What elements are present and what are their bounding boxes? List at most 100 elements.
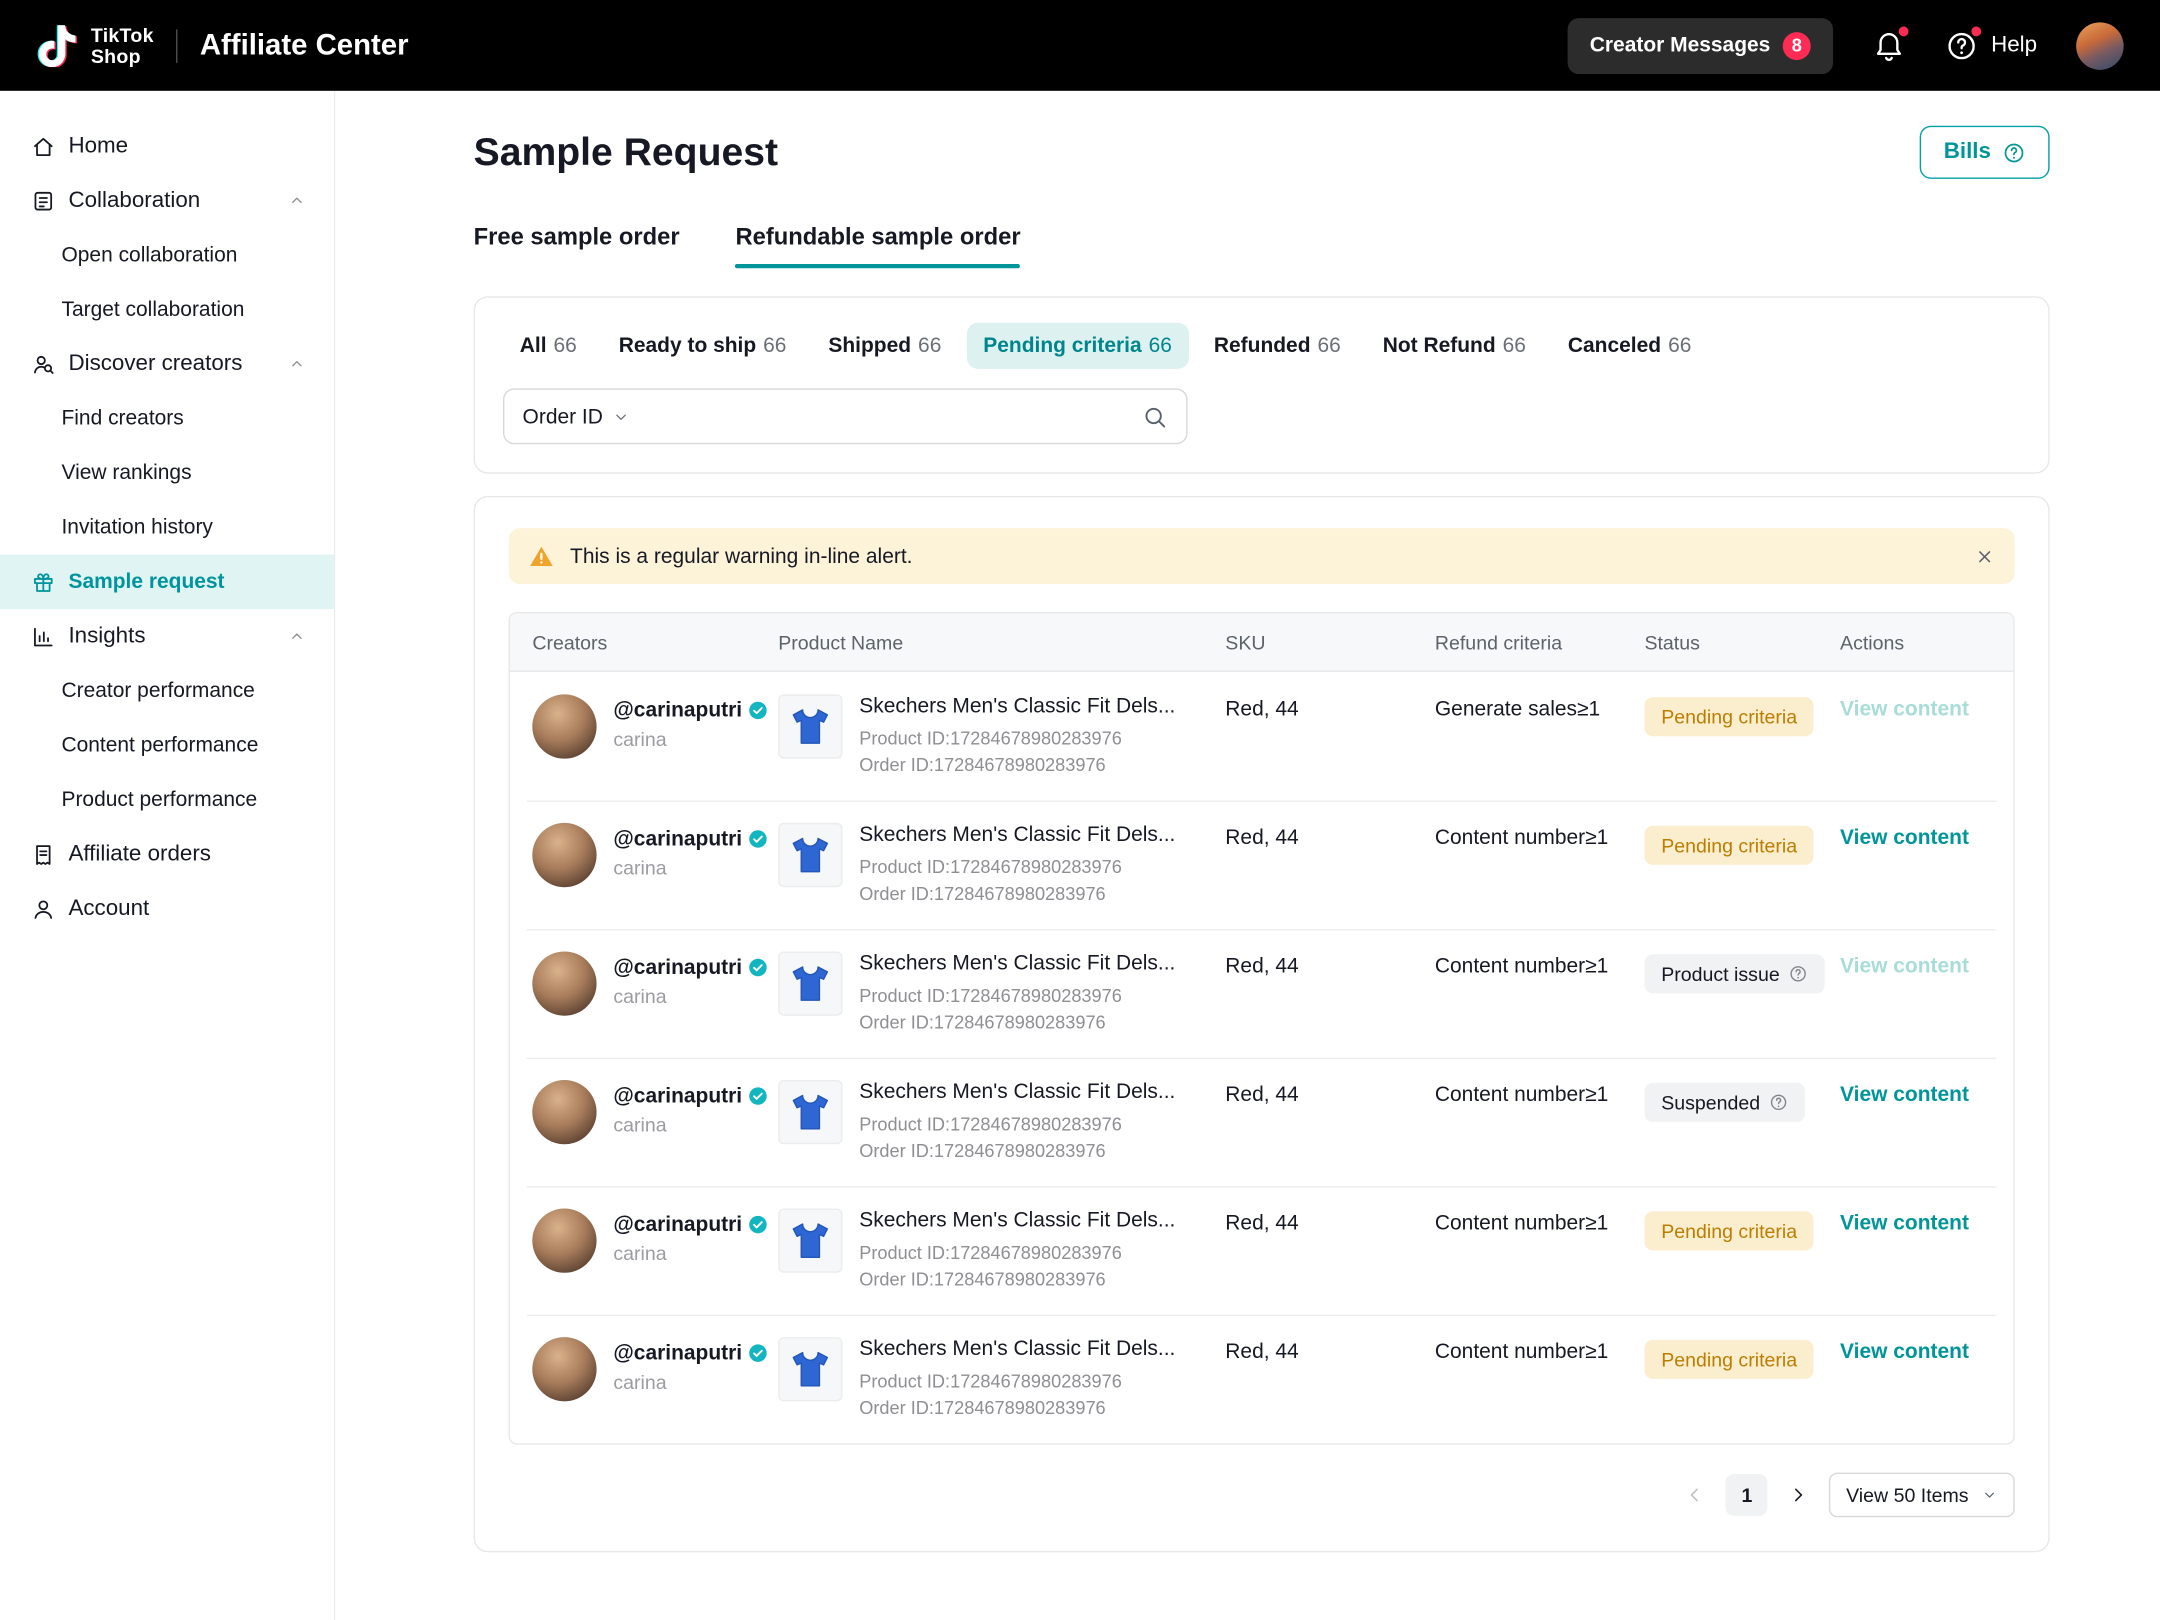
top-bar-actions: Creator Messages 8 Help — [1567, 17, 2123, 73]
sidebar-item-collaboration[interactable]: Collaboration — [0, 173, 334, 227]
sidebar-item-discover-creators[interactable]: Discover creators — [0, 337, 334, 391]
sidebar-item-content-performance[interactable]: Content performance — [0, 718, 334, 772]
sidebar-item-label: Insights — [68, 624, 145, 649]
creator-handle[interactable]: @carinaputri — [613, 699, 742, 723]
creator-cell: @carinaputricarina — [532, 823, 778, 887]
search-field-selector[interactable]: Order ID — [523, 404, 630, 428]
search-field-label: Order ID — [523, 404, 603, 428]
table-card: This is a regular warning in-line alert.… — [474, 496, 2050, 1552]
creator-avatar — [532, 823, 596, 887]
refund-criteria-cell: Generate sales≥1 — [1435, 694, 1645, 721]
filter-card: All66Ready to ship66Shipped66Pending cri… — [474, 296, 2050, 473]
filter-chip-shipped[interactable]: Shipped66 — [812, 323, 959, 369]
product-cell: Skechers Men's Classic Fit Dels...Produc… — [778, 823, 1225, 907]
product-cell: Skechers Men's Classic Fit Dels...Produc… — [778, 1080, 1225, 1164]
account-icon — [31, 896, 56, 921]
creator-handle[interactable]: @carinaputri — [613, 956, 742, 980]
creator-handle[interactable]: @carinaputri — [613, 1341, 742, 1365]
sidebar-item-invitation-history[interactable]: Invitation history — [0, 500, 334, 554]
filter-chip-ready-to-ship[interactable]: Ready to ship66 — [602, 323, 803, 369]
tiktok-logo-icon — [36, 24, 78, 66]
brand: TikTok Shop Affiliate Center — [36, 24, 408, 66]
tab-free-sample-order[interactable]: Free sample order — [474, 224, 680, 269]
creator-cell: @carinaputri carina — [532, 694, 778, 758]
sidebar-item-label: Discover creators — [68, 351, 242, 376]
page-size-label: View 50 Items — [1846, 1484, 1968, 1506]
filter-label: Canceled — [1568, 334, 1661, 358]
creator-name: carina — [613, 728, 768, 750]
filter-count: 66 — [1503, 334, 1526, 358]
sidebar: HomeCollaborationOpen collaboration Targe… — [0, 91, 335, 1620]
creator-messages-button[interactable]: Creator Messages 8 — [1567, 17, 1833, 73]
page-size-select[interactable]: View 50 Items — [1829, 1473, 2014, 1518]
status-badge: Pending criteria — [1644, 826, 1813, 865]
view-content-link[interactable]: View content — [1840, 1340, 1969, 1364]
filter-chip-not-refund[interactable]: Not Refund66 — [1366, 323, 1543, 369]
sidebar-item-home[interactable]: Home — [0, 119, 334, 173]
filter-chip-all[interactable]: All66 — [503, 323, 594, 369]
actions-cell: View content — [1840, 951, 1991, 978]
sidebar-item-sample-request[interactable]: Sample request — [0, 555, 334, 609]
filter-chip-pending-criteria[interactable]: Pending criteria66 — [967, 323, 1189, 369]
filter-chip-refunded[interactable]: Refunded66 — [1197, 323, 1357, 369]
status-cell: Pending criteria — [1644, 694, 1840, 736]
refund-criteria-cell: Content number≥1 — [1435, 1337, 1645, 1364]
creator-name: carina — [613, 985, 768, 1007]
sku-cell: Red, 44 — [1225, 1209, 1435, 1236]
creator-handle[interactable]: @carinaputri — [613, 1213, 742, 1237]
view-content-link[interactable]: View content — [1840, 1211, 1969, 1235]
help-icon-wrap — [1945, 29, 1979, 63]
main-content: Sample Request Bills Free sample orderRe… — [335, 91, 2160, 1620]
view-content-link[interactable]: View content — [1840, 697, 1969, 721]
sidebar-item-label: Product performance — [61, 788, 257, 812]
sidebar-item-insights[interactable]: Insights — [0, 609, 334, 663]
notification-dot — [1897, 24, 1910, 37]
status-cell: Pending criteria — [1644, 1337, 1840, 1379]
tab-bar: Free sample order Refundable sample order — [474, 224, 2050, 269]
sidebar-item-affiliate-orders[interactable]: Affiliate orders — [0, 827, 334, 881]
verified-icon — [748, 700, 769, 721]
view-content-link[interactable]: View content — [1840, 826, 1969, 850]
status-badge: Suspended — [1644, 1083, 1804, 1122]
sidebar-item-open-collaboration[interactable]: Open collaboration — [0, 228, 334, 282]
product-id: Product ID:17284678980283976 — [859, 1368, 1175, 1395]
product-cell: Skechers Men's Classic Fit Dels...Produc… — [778, 1209, 1225, 1293]
sidebar-item-creator-performance[interactable]: Creator performance — [0, 664, 334, 718]
close-icon[interactable] — [1974, 546, 1995, 567]
sku-cell: Red, 44 — [1225, 951, 1435, 978]
collaboration-icon — [31, 188, 56, 213]
sidebar-item-account[interactable]: Account — [0, 882, 334, 936]
chevron-up-icon — [288, 627, 306, 645]
home-icon — [31, 133, 56, 158]
order-id: Order ID:17284678980283976 — [859, 1266, 1175, 1293]
view-content-link[interactable]: View content — [1840, 1083, 1969, 1107]
search-icon[interactable] — [1141, 403, 1168, 430]
filter-chip-canceled[interactable]: Canceled66 — [1551, 323, 1708, 369]
notifications-button[interactable] — [1872, 29, 1906, 63]
filter-label: All — [520, 334, 547, 358]
bills-button[interactable]: Bills — [1920, 126, 2050, 179]
user-avatar[interactable] — [2076, 22, 2124, 70]
chevron-right-icon[interactable] — [1787, 1484, 1809, 1506]
chevron-left-icon[interactable] — [1684, 1484, 1706, 1506]
column-header-status: Status — [1644, 631, 1840, 653]
page-number-button[interactable]: 1 — [1726, 1474, 1768, 1516]
status-badge: Pending criteria — [1644, 1211, 1813, 1250]
product-id: Product ID:17284678980283976 — [859, 725, 1175, 752]
order-id: Order ID:17284678980283976 — [859, 1394, 1175, 1421]
sidebar-item-label: Target collaboration — [61, 298, 244, 322]
table-row: @carinaputricarinaSkechers Men's Classic… — [510, 1186, 2013, 1315]
creator-handle[interactable]: @carinaputri — [613, 827, 742, 851]
sidebar-item-find-creators[interactable]: Find creators — [0, 391, 334, 445]
sidebar-item-product-performance[interactable]: Product performance — [0, 773, 334, 827]
sidebar-item-target-collaboration[interactable]: Target collaboration — [0, 282, 334, 336]
sidebar-item-view-rankings[interactable]: View rankings — [0, 446, 334, 500]
product-id: Product ID:17284678980283976 — [859, 1111, 1175, 1138]
help-button[interactable]: Help — [1945, 29, 2037, 63]
refund-criteria-cell: Content number≥1 — [1435, 951, 1645, 978]
view-content-link[interactable]: View content — [1840, 954, 1969, 978]
chevron-down-icon — [1981, 1487, 1998, 1504]
creator-handle[interactable]: @carinaputri — [613, 1084, 742, 1108]
tab-refundable-sample-order[interactable]: Refundable sample order — [735, 224, 1020, 269]
creator-avatar — [532, 1209, 596, 1273]
